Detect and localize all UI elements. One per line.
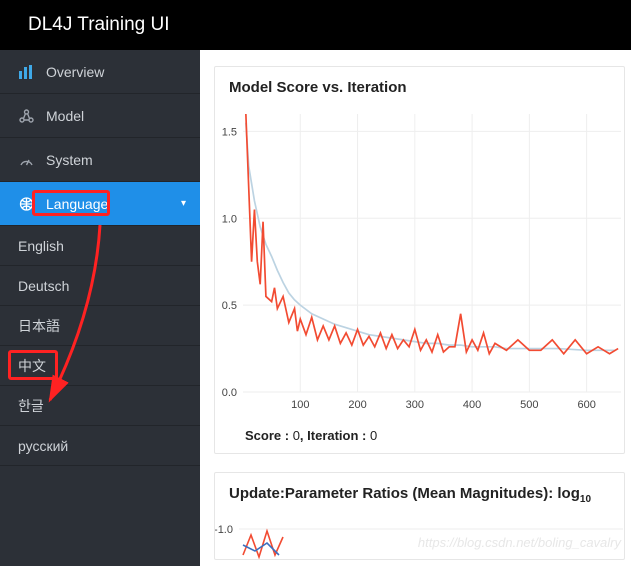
chart-status: Score : 0, Iteration : 0 <box>215 426 624 453</box>
chart-score-vs-iteration: Model Score vs. Iteration 0.0 0.5 1.0 1.5 10… <box>214 66 625 454</box>
chart-plot-area[interactable]: 0.0 0.5 1.0 1.5 100 200 300 400 500 600 <box>215 106 624 426</box>
chevron-down-icon: ▾ <box>181 182 186 226</box>
app-title: DL4J Training UI <box>28 14 170 35</box>
sidebar: Overview Model System Language ▾ English… <box>0 50 200 566</box>
app-header: DL4J Training UI <box>0 0 631 50</box>
language-option-korean[interactable]: 한글 <box>0 386 200 426</box>
svg-text:1.5: 1.5 <box>222 126 237 138</box>
sidebar-item-label: System <box>46 138 93 182</box>
svg-text:600: 600 <box>577 399 595 411</box>
bar-chart-icon <box>18 65 34 79</box>
sidebar-item-system[interactable]: System <box>0 138 200 182</box>
language-option-japanese[interactable]: 日本語 <box>0 306 200 346</box>
main-content: Model Score vs. Iteration 0.0 0.5 1.0 1.5 10… <box>200 50 631 566</box>
sidebar-item-model[interactable]: Model <box>0 94 200 138</box>
svg-text:500: 500 <box>520 399 538 411</box>
language-option-chinese[interactable]: 中文 <box>0 346 200 386</box>
svg-text:0.5: 0.5 <box>222 300 237 312</box>
language-option-deutsch[interactable]: Deutsch <box>0 266 200 306</box>
svg-text:-1.0: -1.0 <box>215 524 233 536</box>
chart-title: Update:Parameter Ratios (Mean Magnitudes… <box>215 473 624 515</box>
svg-text:200: 200 <box>348 399 366 411</box>
sidebar-item-label: Language <box>46 182 108 226</box>
svg-text:400: 400 <box>463 399 481 411</box>
chart-plot-area[interactable]: -1.0 <box>215 515 624 559</box>
svg-text:100: 100 <box>291 399 309 411</box>
language-option-english[interactable]: English <box>0 226 200 266</box>
sidebar-item-language[interactable]: Language ▾ <box>0 182 200 226</box>
chart-title: Model Score vs. Iteration <box>215 67 624 106</box>
svg-text:300: 300 <box>406 399 424 411</box>
sidebar-item-overview[interactable]: Overview <box>0 50 200 94</box>
sidebar-item-label: Model <box>46 94 84 138</box>
chart-update-param-ratios: Update:Parameter Ratios (Mean Magnitudes… <box>214 472 625 560</box>
svg-text:0.0: 0.0 <box>222 387 237 399</box>
svg-text:1.0: 1.0 <box>222 213 237 225</box>
globe-icon <box>18 197 34 211</box>
network-icon <box>18 109 34 123</box>
sidebar-item-label: Overview <box>46 50 104 94</box>
gauge-icon <box>18 153 34 167</box>
language-option-russian[interactable]: русский <box>0 426 200 466</box>
